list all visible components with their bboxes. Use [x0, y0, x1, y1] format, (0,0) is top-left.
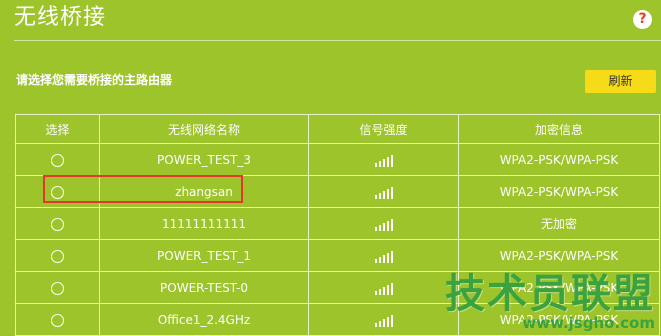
table-row[interactable]: POWER-TEST-0 WPA2-PSK/WPA-PSK	[15, 271, 660, 304]
refresh-button[interactable]: 刷新	[585, 70, 656, 93]
signal-strength-icon	[374, 186, 393, 199]
signal-cell	[308, 143, 459, 176]
signal-cell	[308, 239, 459, 272]
encryption-cell: WPA2-PSK/WPA-PSK	[458, 143, 660, 176]
encryption-cell: WPA2-PSK/WPA-PSK	[458, 271, 660, 304]
page-title: 无线桥接	[14, 5, 107, 30]
select-radio[interactable]	[51, 313, 64, 327]
table-row[interactable]: 11111111111 无加密	[15, 207, 660, 240]
signal-strength-icon	[374, 250, 393, 263]
select-cell[interactable]	[15, 175, 100, 208]
encryption-cell: WPA2-PSK/WPA-PSK	[458, 175, 660, 208]
signal-strength-icon	[374, 282, 393, 295]
select-radio[interactable]	[51, 185, 64, 199]
select-radio[interactable]	[51, 249, 64, 263]
encryption-cell: WPA2-PSK/WPA-PSK	[458, 303, 660, 336]
signal-strength-icon	[374, 218, 393, 231]
encryption-cell: 无加密	[458, 207, 660, 240]
select-cell[interactable]	[15, 271, 100, 304]
select-cell[interactable]	[15, 303, 100, 336]
header-ssid: 无线网络名称	[99, 114, 309, 144]
signal-cell	[308, 303, 459, 336]
table-header-row: 选择 无线网络名称 信号强度 加密信息	[15, 114, 660, 144]
table-row[interactable]: POWER_TEST_1 WPA2-PSK/WPA-PSK	[15, 239, 660, 272]
select-radio[interactable]	[51, 153, 64, 167]
signal-cell	[308, 271, 459, 304]
header-signal: 信号强度	[308, 114, 459, 144]
table-row[interactable]: POWER_TEST_3 WPA2-PSK/WPA-PSK	[15, 143, 660, 176]
signal-strength-icon	[374, 154, 393, 167]
signal-cell	[308, 175, 459, 208]
ssid-cell: zhangsan	[99, 175, 309, 208]
header-encryption: 加密信息	[458, 114, 660, 144]
ssid-cell: POWER-TEST-0	[99, 271, 309, 304]
table-row[interactable]: Office1_2.4GHz WPA2-PSK/WPA-PSK	[15, 303, 660, 336]
select-cell[interactable]	[15, 239, 100, 272]
help-question-icon[interactable]: ?	[633, 10, 652, 29]
ssid-cell: 11111111111	[99, 207, 309, 240]
ssid-cell: POWER_TEST_3	[99, 143, 309, 176]
signal-cell	[308, 207, 459, 240]
header-divider	[14, 40, 661, 41]
select-cell[interactable]	[15, 207, 100, 240]
ssid-cell: Office1_2.4GHz	[99, 303, 309, 336]
network-table: 选择 无线网络名称 信号强度 加密信息 POWER_TEST_3 WPA2-PS…	[15, 114, 660, 336]
select-cell[interactable]	[15, 143, 100, 176]
select-radio[interactable]	[51, 217, 64, 231]
select-radio[interactable]	[51, 281, 64, 295]
header-select: 选择	[15, 114, 100, 144]
signal-strength-icon	[374, 314, 393, 327]
ssid-cell: POWER_TEST_1	[99, 239, 309, 272]
instruction-text: 请选择您需要桥接的主路由器	[16, 73, 173, 87]
encryption-cell: WPA2-PSK/WPA-PSK	[458, 239, 660, 272]
table-row[interactable]: zhangsan WPA2-PSK/WPA-PSK	[15, 175, 660, 208]
